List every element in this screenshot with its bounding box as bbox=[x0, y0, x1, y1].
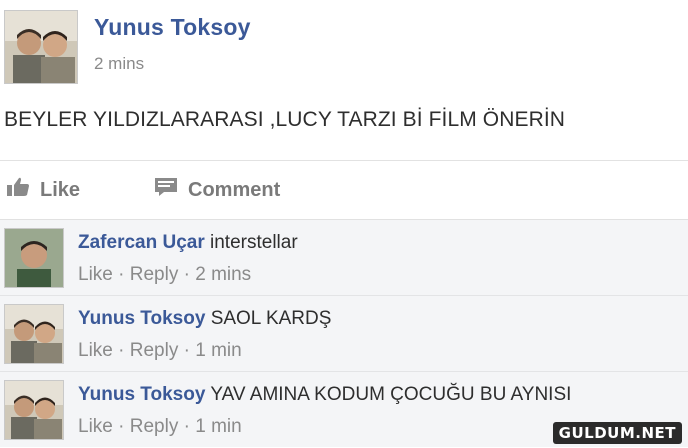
meta-separator: · bbox=[118, 264, 130, 285]
comment-label: Comment bbox=[188, 178, 281, 201]
post-text: BEYLER YILDIZLARARASI ,LUCY TARZI Bİ FİL… bbox=[4, 108, 566, 131]
post-author-name[interactable]: Yunus Toksoy bbox=[94, 14, 251, 41]
comment-author[interactable]: Zafercan Uçar bbox=[78, 232, 205, 253]
meta-separator: · bbox=[118, 340, 130, 361]
comment-timestamp[interactable]: 2 mins bbox=[195, 264, 251, 285]
post-header: Yunus Toksoy 2 mins bbox=[0, 0, 688, 90]
comment-item: Yunus Toksoy SAOL KARDŞ Like · Reply · 1… bbox=[0, 296, 688, 372]
comment-author[interactable]: Yunus Toksoy bbox=[78, 384, 205, 405]
watermark-logo: GULDUM.NET bbox=[552, 422, 682, 444]
comment-reply-link[interactable]: Reply bbox=[130, 340, 179, 361]
comment-timestamp[interactable]: 1 min bbox=[195, 340, 241, 361]
comment-line: Yunus Toksoy SAOL KARDŞ bbox=[78, 308, 331, 330]
like-label: Like bbox=[40, 178, 81, 201]
post-action-bar: Like Comment bbox=[0, 161, 688, 219]
comment-reply-link[interactable]: Reply bbox=[130, 416, 179, 437]
comment-like-link[interactable]: Like bbox=[78, 264, 113, 285]
comment-meta: Like · Reply · 1 min bbox=[78, 416, 242, 438]
comment-line: Zafercan Uçar interstellar bbox=[78, 232, 298, 254]
comment-text: YAV AMINA KODUM ÇOCUĞU BU AYNISI bbox=[210, 384, 572, 405]
meta-separator: · bbox=[118, 416, 130, 437]
thumbs-up-icon bbox=[6, 177, 30, 203]
comment-button[interactable]: Comment bbox=[154, 177, 280, 203]
comments-section: Zafercan Uçar interstellar Like · Reply … bbox=[0, 219, 688, 447]
meta-separator: · bbox=[183, 416, 196, 437]
comment-author[interactable]: Yunus Toksoy bbox=[78, 308, 205, 329]
comment-timestamp[interactable]: 1 min bbox=[195, 416, 241, 437]
like-button[interactable]: Like bbox=[6, 177, 80, 203]
comment-item: Zafercan Uçar interstellar Like · Reply … bbox=[0, 220, 688, 296]
comment-like-link[interactable]: Like bbox=[78, 340, 113, 361]
commenter-avatar[interactable] bbox=[4, 380, 64, 440]
comment-icon bbox=[154, 177, 178, 203]
meta-separator: · bbox=[183, 264, 196, 285]
comment-line: Yunus Toksoy YAV AMINA KODUM ÇOCUĞU BU A… bbox=[78, 384, 571, 406]
comment-meta: Like · Reply · 1 min bbox=[78, 340, 242, 362]
post-timestamp[interactable]: 2 mins bbox=[94, 54, 144, 74]
comment-text: SAOL KARDŞ bbox=[210, 308, 332, 329]
comment-reply-link[interactable]: Reply bbox=[130, 264, 179, 285]
meta-separator: · bbox=[183, 340, 196, 361]
comment-text: interstellar bbox=[210, 232, 298, 253]
commenter-avatar[interactable] bbox=[4, 228, 64, 288]
commenter-avatar[interactable] bbox=[4, 304, 64, 364]
author-avatar[interactable] bbox=[4, 10, 78, 84]
comment-like-link[interactable]: Like bbox=[78, 416, 113, 437]
comment-meta: Like · Reply · 2 mins bbox=[78, 264, 251, 286]
